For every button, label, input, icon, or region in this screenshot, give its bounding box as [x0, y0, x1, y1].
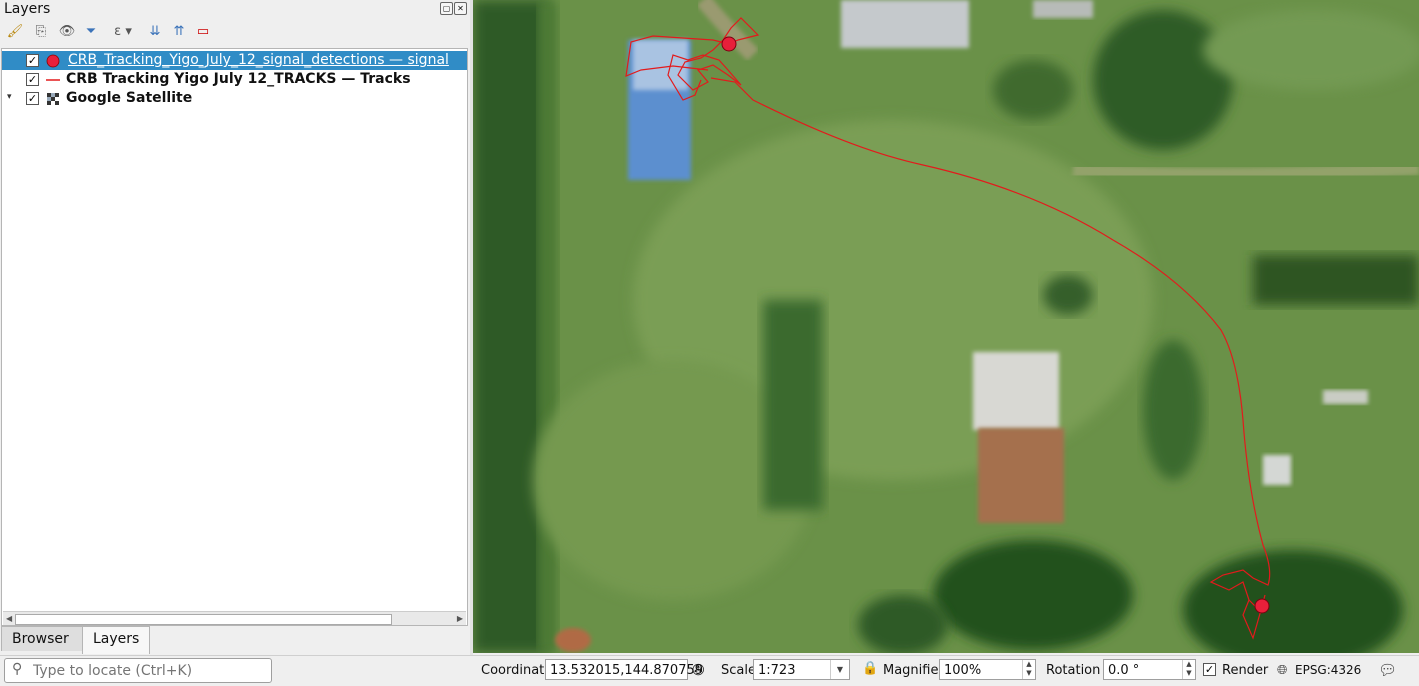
status-bar: ⚲ Coordinate 13.532015,144.870759 ✇ Scal…	[0, 655, 1419, 686]
scroll-right-icon[interactable]: ▶	[457, 612, 463, 625]
style-brush-icon[interactable]: 🖌	[6, 22, 24, 42]
layers-toolbar: 🖌 ⎘ 👁 ⏷ ε ▾ ⇊ ⇈ ▭	[4, 22, 464, 44]
layer-visibility-checkbox[interactable]: ✓	[26, 92, 39, 105]
spinner-arrows-icon[interactable]: ▲ ▼	[1022, 660, 1035, 679]
locator-input[interactable]	[31, 662, 265, 680]
scroll-left-icon[interactable]: ◀	[6, 612, 12, 625]
red-dot-icon	[46, 54, 60, 68]
layer-visibility-checkbox[interactable]: ✓	[26, 73, 39, 86]
rotation-label: Rotation	[1046, 663, 1101, 678]
add-group-icon[interactable]: ⎘	[32, 22, 50, 42]
lock-scale-icon[interactable]: 🔒	[862, 661, 878, 676]
close-panel-button[interactable]: ✕	[454, 2, 467, 15]
coordinate-field[interactable]: 13.532015,144.870759	[545, 659, 703, 680]
expand-arrow-icon[interactable]: ▾	[7, 92, 12, 102]
globe-crs-icon: 🌐︎	[1277, 663, 1288, 678]
layers-panel: Layers ▢ ✕ 🖌 ⎘ 👁 ⏷ ε ▾ ⇊ ⇈ ▭ ✓ CRB_Track…	[0, 0, 470, 655]
render-checkbox[interactable]: ✓	[1203, 663, 1216, 676]
scale-value: 1:723	[758, 663, 796, 678]
coordinate-label: Coordinate	[481, 663, 553, 678]
tab-browser[interactable]: Browser	[1, 626, 83, 651]
magnifier-label: Magnifier	[883, 663, 944, 678]
locator-search[interactable]: ⚲	[4, 658, 272, 683]
remove-layer-icon[interactable]: ▭	[194, 22, 212, 42]
layer-name: Google Satellite	[66, 90, 193, 106]
satellite-imagery	[473, 0, 1419, 653]
map-canvas[interactable]	[473, 0, 1419, 653]
layer-row-google-satellite[interactable]: ▾ ✓ Google Satellite	[2, 89, 467, 108]
layer-name: CRB_Tracking_Yigo_July_12_signal_detecti…	[68, 52, 449, 68]
tab-layers[interactable]: Layers	[82, 626, 150, 654]
layer-row-tracks[interactable]: ✓ CRB Tracking Yigo July 12_TRACKS — Tra…	[2, 70, 467, 89]
expand-all-icon[interactable]: ⇊	[146, 22, 164, 42]
search-icon: ⚲	[12, 661, 23, 677]
filter-icon[interactable]: ⏷	[82, 22, 100, 42]
magnifier-field[interactable]: 100% ▲ ▼	[939, 659, 1036, 680]
collapse-all-icon[interactable]: ⇈	[170, 22, 188, 42]
layer-tree: ✓ CRB_Tracking_Yigo_July_12_signal_detec…	[1, 48, 468, 626]
red-line-icon	[46, 79, 60, 81]
messages-icon[interactable]: 💬︎	[1378, 661, 1397, 679]
raster-icon	[47, 93, 59, 105]
float-panel-button[interactable]: ▢	[440, 2, 453, 15]
rotation-field[interactable]: 0.0 ° ▲ ▼	[1103, 659, 1196, 680]
scale-field[interactable]: 1:723 ▼	[753, 659, 850, 680]
signal-detection-marker[interactable]	[1254, 598, 1270, 614]
render-label: Render	[1222, 663, 1269, 678]
expression-filter-icon[interactable]: ε ▾	[108, 22, 138, 42]
scrollbar-thumb[interactable]	[15, 614, 392, 625]
toggle-extents-icon[interactable]: ✇	[692, 661, 705, 679]
crs-button[interactable]: EPSG:4326	[1295, 663, 1361, 677]
layer-row-signal-detections[interactable]: ✓ CRB_Tracking_Yigo_July_12_signal_detec…	[2, 51, 467, 70]
rotation-value: 0.0 °	[1108, 663, 1140, 678]
panel-title: Layers	[4, 1, 51, 17]
chevron-down-icon[interactable]: ▼	[830, 660, 849, 679]
scale-label: Scale	[721, 663, 756, 678]
magnifier-value: 100%	[944, 663, 982, 678]
spinner-arrows-icon[interactable]: ▲ ▼	[1182, 660, 1195, 679]
signal-detection-marker[interactable]	[721, 36, 737, 52]
horizontal-scrollbar[interactable]: ◀ ▶	[3, 611, 466, 625]
layer-visibility-checkbox[interactable]: ✓	[26, 54, 39, 67]
layer-name: CRB Tracking Yigo July 12_TRACKS — Track…	[66, 71, 411, 87]
visibility-eye-icon[interactable]: 👁	[58, 22, 76, 42]
